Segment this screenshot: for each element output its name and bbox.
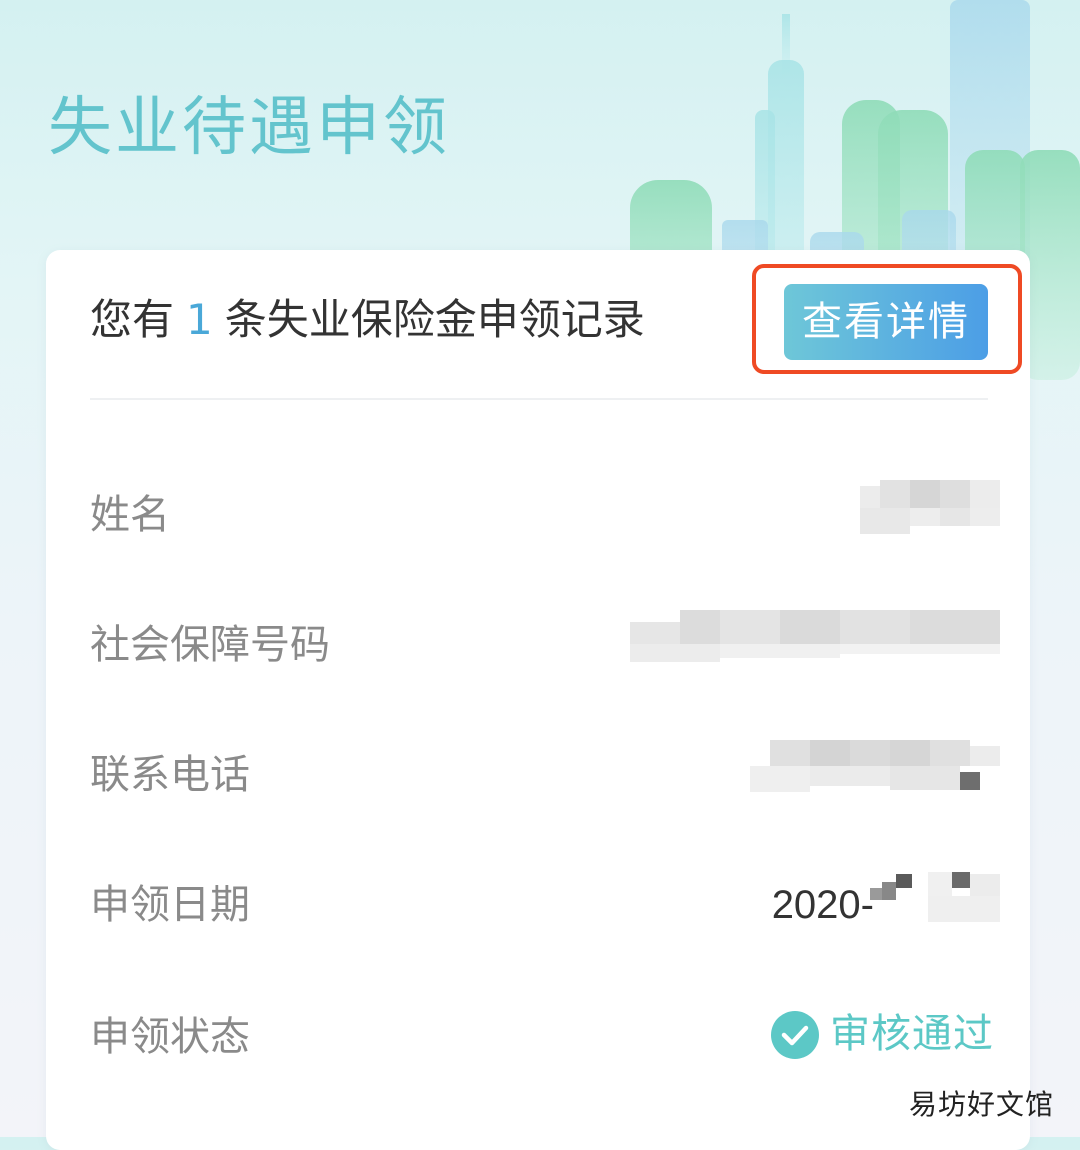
date-value-text: 2020- <box>771 883 874 927</box>
field-value-phone <box>750 740 1000 810</box>
field-label-name: 姓名 <box>90 492 170 538</box>
redacted-name-mosaic <box>860 480 1000 536</box>
check-circle-icon <box>771 1011 819 1059</box>
redacted-date-mosaic <box>870 870 1000 926</box>
view-details-button[interactable]: 查看详情 <box>784 284 988 360</box>
status-value: 审核通过 <box>770 1006 1000 1066</box>
field-row-date: 申领日期 2020- <box>90 870 1000 940</box>
field-row-ssn: 社会保障号码 <box>90 610 1000 680</box>
field-value-date: 2020- <box>770 870 1000 940</box>
redacted-phone-mosaic <box>750 740 1000 796</box>
field-label-phone: 联系电话 <box>90 752 250 798</box>
redacted-ssn-mosaic <box>630 610 1000 662</box>
field-row-status: 申领状态 审核通过 <box>90 1002 1000 1072</box>
page-title: 失业待遇申领 <box>48 91 450 165</box>
field-label-date: 申领日期 <box>90 882 250 928</box>
field-label-status: 申领状态 <box>90 1014 250 1060</box>
divider <box>90 398 988 400</box>
field-row-name: 姓名 <box>90 480 1000 550</box>
status-text: 审核通过 <box>830 1011 994 1057</box>
record-summary: 您有 1 条失业保险金申领记录 <box>90 292 645 348</box>
claim-record-card: 您有 1 条失业保险金申领记录 查看详情 姓名 社会保障号码 联系电话 申领日期… <box>46 250 1030 1150</box>
field-row-phone: 联系电话 <box>90 740 1000 810</box>
field-value-name <box>860 480 1000 550</box>
field-label-ssn: 社会保障号码 <box>90 622 330 668</box>
summary-prefix: 您有 <box>90 295 175 344</box>
watermark: 易坊好文馆 <box>908 1088 1054 1121</box>
record-count: 1 <box>186 295 213 344</box>
field-value-ssn <box>630 610 1000 680</box>
summary-suffix: 条失业保险金申领记录 <box>224 295 645 344</box>
